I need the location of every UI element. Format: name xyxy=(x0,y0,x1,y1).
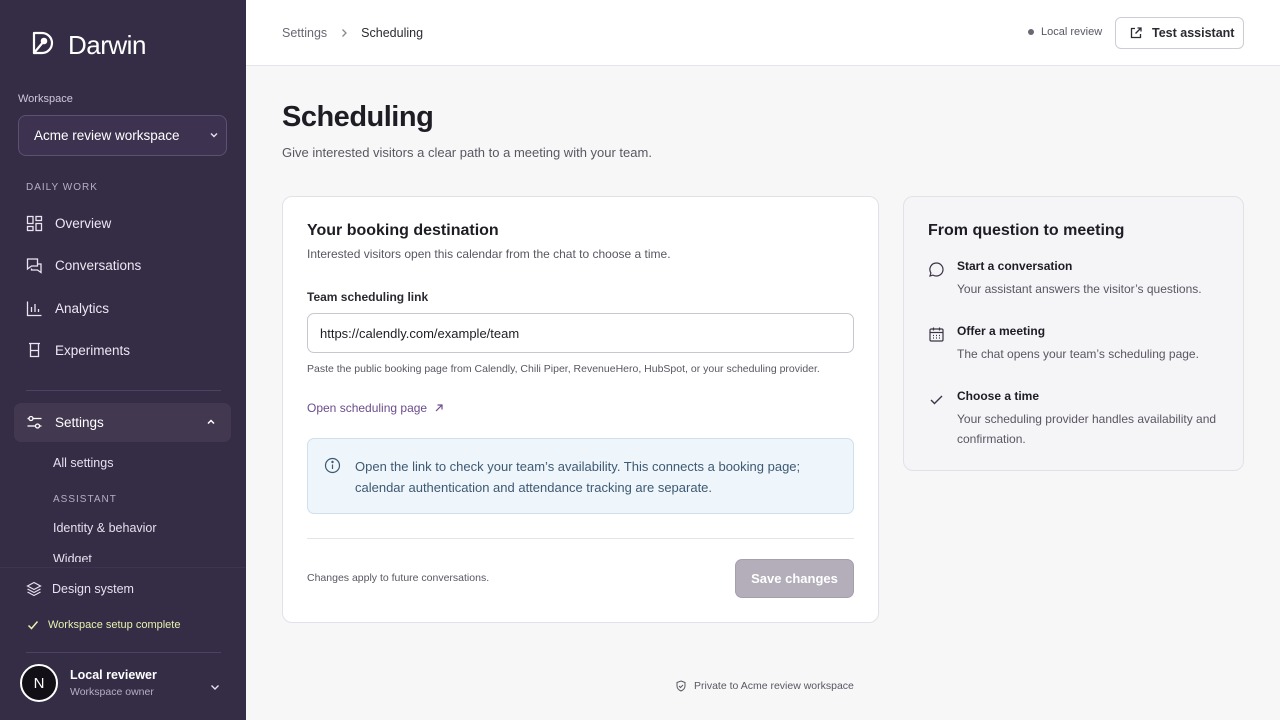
user-role: Workspace owner xyxy=(70,686,154,698)
bar-chart-icon xyxy=(26,301,42,317)
open-scheduling-page-label: Open scheduling page xyxy=(307,401,428,415)
page-title: Scheduling xyxy=(282,101,434,133)
sidebar-item-analytics[interactable]: Analytics xyxy=(26,300,109,317)
chevron-down-icon[interactable] xyxy=(208,680,222,694)
test-assistant-button[interactable]: Test assistant xyxy=(1115,17,1244,49)
grid-icon xyxy=(26,215,43,232)
external-link-icon xyxy=(1130,27,1142,39)
sidebar-sub-identity[interactable]: Identity & behavior xyxy=(53,521,157,535)
setup-status-text: Workspace setup complete xyxy=(48,619,181,631)
chat-icon xyxy=(26,258,42,274)
sidebar-item-design-system[interactable]: Design system xyxy=(26,581,134,597)
info-icon xyxy=(324,457,341,474)
brand-name: Darwin xyxy=(68,30,146,60)
beaker-icon xyxy=(29,342,40,358)
sidebar-item-conversations[interactable]: Conversations xyxy=(26,257,141,274)
sidebar-divider xyxy=(26,390,221,391)
sidebar-item-label: Analytics xyxy=(55,301,110,316)
step-title: Choose a time xyxy=(957,389,1040,403)
chevron-up-icon[interactable] xyxy=(205,416,217,428)
status-dot xyxy=(1028,29,1034,35)
step-description: The chat opens your team’s scheduling pa… xyxy=(957,347,1199,361)
workspace-select[interactable]: Acme review workspace xyxy=(18,115,227,156)
info-callout: Open the link to check your team’s avail… xyxy=(307,438,854,514)
question-to-meeting-card: From question to meeting Start a convers… xyxy=(903,196,1244,471)
chat-bubble-icon xyxy=(929,262,944,277)
card-divider xyxy=(307,538,854,539)
user-name: Local reviewer xyxy=(70,668,157,682)
test-assistant-label: Test assistant xyxy=(1152,26,1235,40)
chevron-right-icon xyxy=(342,29,348,37)
sidebar-item-overview[interactable]: Overview xyxy=(26,215,111,232)
sidebar-item-experiments[interactable]: Experiments xyxy=(26,342,130,359)
step-title: Start a conversation xyxy=(957,259,1073,273)
page-subtitle: Give interested visitors a clear path to… xyxy=(282,145,652,160)
sidebar: Darwin Workspace Acme review workspace D… xyxy=(0,0,246,720)
layers-icon xyxy=(26,581,42,597)
step-title: Offer a meeting xyxy=(957,324,1046,338)
privacy-text: Private to Acme review workspace xyxy=(694,680,854,692)
check-icon xyxy=(27,621,39,630)
sidebar-item-label: Settings xyxy=(55,415,104,430)
workspace-label: Workspace xyxy=(18,93,73,105)
daily-work-label: DAILY WORK xyxy=(26,182,98,193)
calendar-icon xyxy=(929,327,944,342)
status-text: Local review xyxy=(1041,26,1103,38)
sidebar-item-label: Experiments xyxy=(55,343,131,358)
scheduling-link-help: Paste the public booking page from Calen… xyxy=(307,363,820,375)
brand[interactable]: Darwin xyxy=(28,28,146,63)
scheduling-link-input[interactable] xyxy=(307,313,854,353)
scheduling-link-label: Team scheduling link xyxy=(307,290,429,304)
sidebar-item-label: Design system xyxy=(52,582,134,596)
breadcrumb-current: Scheduling xyxy=(361,26,424,40)
booking-destination-card: Your booking destination Interested visi… xyxy=(282,196,879,623)
user-menu[interactable]: N Local reviewer Workspace owner xyxy=(20,664,157,702)
sidebar-sub-all-settings[interactable]: All settings xyxy=(53,456,113,470)
info-text: Open the link to check your team’s avail… xyxy=(355,459,801,495)
card-subtitle: Interested visitors open this calendar f… xyxy=(307,247,671,261)
side-card-title: From question to meeting xyxy=(928,222,1125,239)
workspace-select-value: Acme review workspace xyxy=(34,128,180,143)
card-title: Your booking destination xyxy=(307,222,499,239)
sidebar-divider xyxy=(26,652,221,653)
breadcrumb-parent[interactable]: Settings xyxy=(282,26,327,40)
sliders-icon xyxy=(27,415,42,429)
topbar: Settings Scheduling Local review Test as… xyxy=(246,0,1280,66)
breadcrumb: Settings Scheduling xyxy=(282,26,423,40)
setup-status: Workspace setup complete xyxy=(26,618,180,632)
status-badge: Local review xyxy=(1028,26,1102,38)
sidebar-sub-widget[interactable]: Widget xyxy=(53,552,92,562)
step-description: Your assistant answers the visitor’s que… xyxy=(957,282,1202,296)
step-description: Your scheduling provider handles availab… xyxy=(957,412,1217,446)
shield-check-icon xyxy=(676,680,686,692)
save-changes-button[interactable]: Save changes xyxy=(735,559,854,598)
sidebar-item-settings[interactable]: Settings xyxy=(14,403,231,442)
check-icon xyxy=(930,395,943,405)
assistant-section-label: ASSISTANT xyxy=(53,494,117,505)
sidebar-item-label: Overview xyxy=(55,216,112,231)
sidebar-item-label: Conversations xyxy=(55,258,142,273)
avatar: N xyxy=(20,664,58,702)
footer-note: Changes apply to future conversations. xyxy=(307,572,490,584)
open-scheduling-page-link[interactable]: Open scheduling page xyxy=(307,401,444,415)
darwin-logo-icon xyxy=(28,28,58,63)
sidebar-divider xyxy=(0,567,246,568)
privacy-note: Private to Acme review workspace xyxy=(675,680,854,692)
arrow-up-right-icon xyxy=(435,404,443,412)
chevron-down-icon xyxy=(210,133,218,138)
